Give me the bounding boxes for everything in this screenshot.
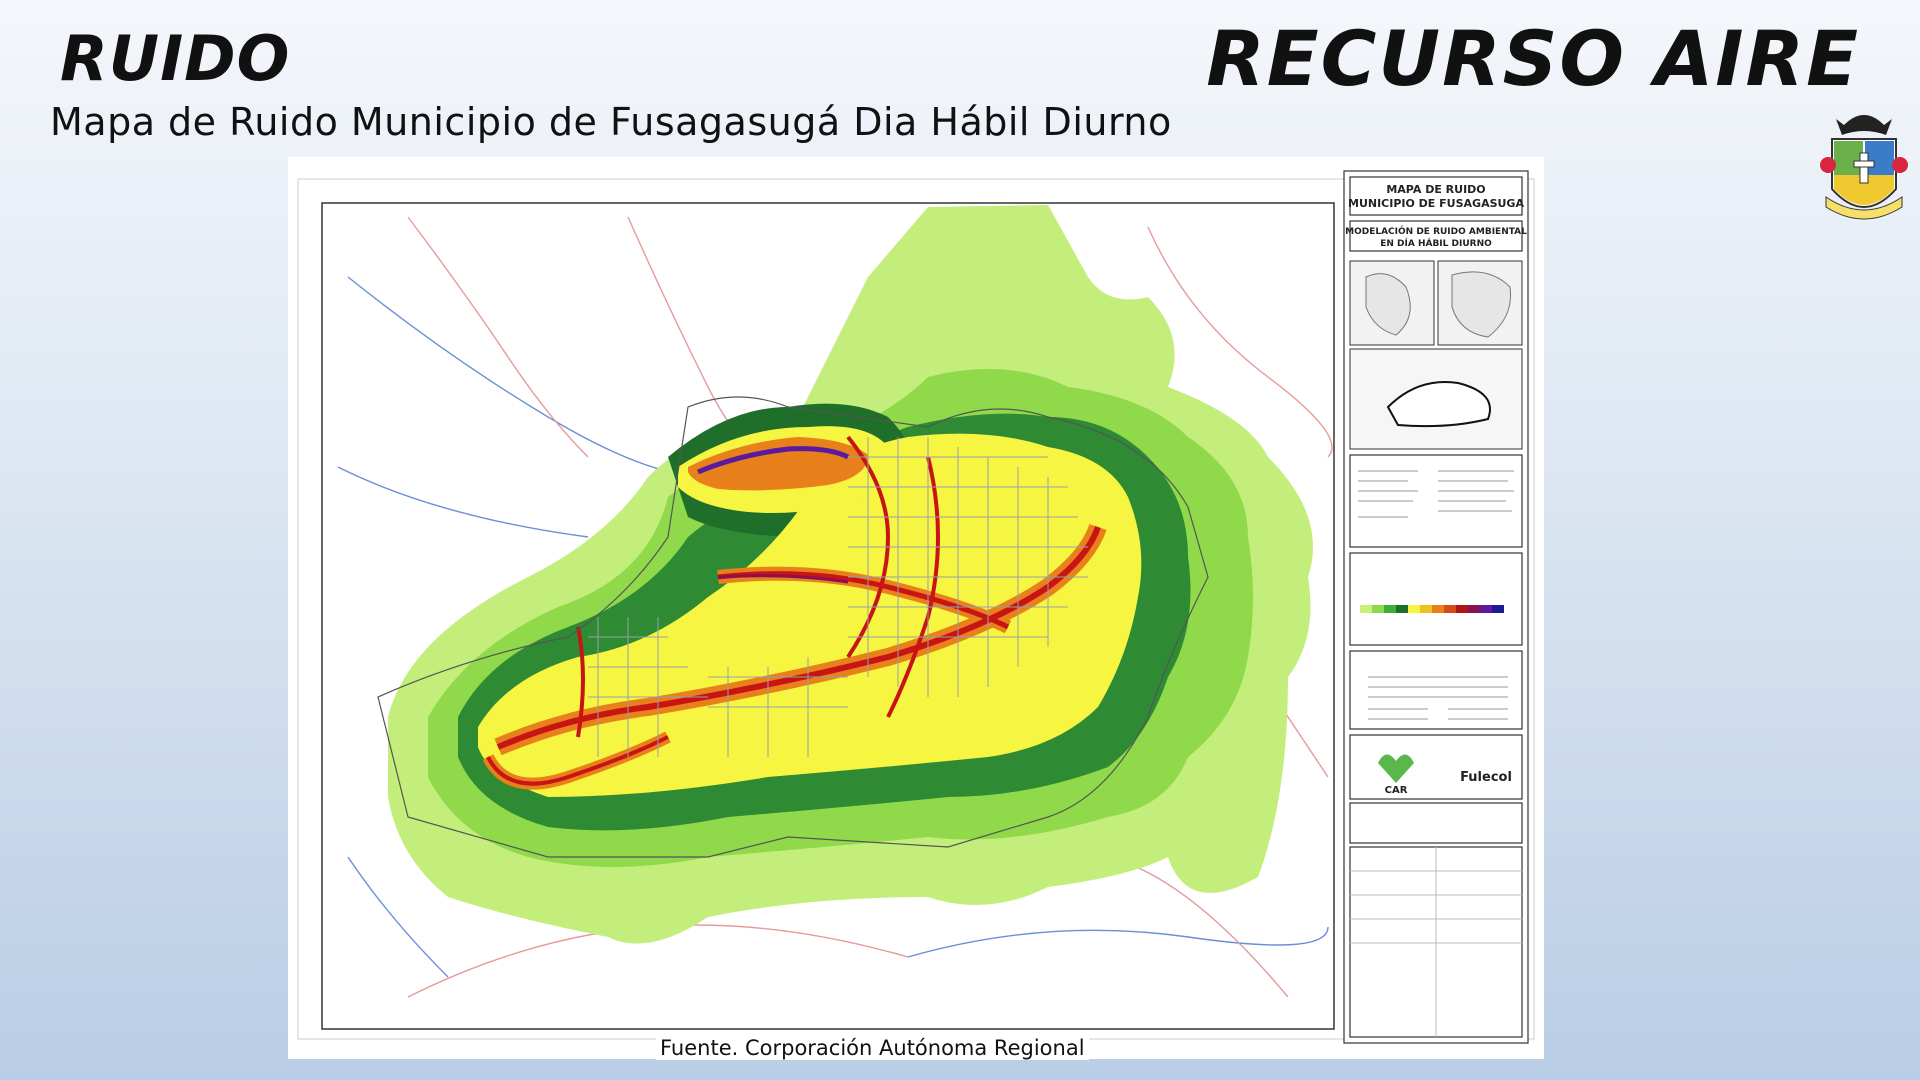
noise-scale-swatch — [1468, 605, 1480, 613]
noise-map-svg: MAPA DE RUIDO MUNICIPIO DE FUSAGASUGA MO… — [297, 170, 1535, 1044]
legend-title-line2: MUNICIPIO DE FUSAGASUGA — [1348, 197, 1524, 210]
main-title: RECURSO AIRE — [1206, 14, 1860, 103]
noise-scale-swatch — [1420, 605, 1432, 613]
noise-scale-swatch — [1396, 605, 1408, 613]
logo-fulecol-text: Fulecol — [1460, 770, 1512, 785]
coat-of-arms-icon — [1820, 115, 1908, 220]
legend-title-line1: MAPA DE RUIDO — [1386, 183, 1485, 196]
noise-color-scale — [1360, 605, 1504, 613]
noise-scale-swatch — [1432, 605, 1444, 613]
noise-scale-swatch — [1492, 605, 1504, 613]
noise-scale-swatch — [1372, 605, 1384, 613]
noise-scale-swatch — [1360, 605, 1372, 613]
noise-scale-swatch — [1408, 605, 1420, 613]
source-caption: Fuente. Corporación Autónoma Regional — [656, 1036, 1089, 1060]
noise-scale-swatch — [1384, 605, 1396, 613]
section-title: RUIDO — [60, 22, 291, 95]
noise-scale-swatch — [1444, 605, 1456, 613]
legend-subtitle-line2: EN DÍA HÁBIL DIURNO — [1380, 237, 1492, 249]
noise-scale-swatch — [1480, 605, 1492, 613]
noise-scale-swatch — [1456, 605, 1468, 613]
noise-map-image: MAPA DE RUIDO MUNICIPIO DE FUSAGASUGA MO… — [288, 157, 1544, 1059]
slide-subtitle: Mapa de Ruido Municipio de Fusagasugá Di… — [50, 100, 1172, 144]
logo-car-text: CAR — [1385, 785, 1408, 796]
legend-subtitle-line1: MODELACIÓN DE RUIDO AMBIENTAL — [1345, 225, 1527, 237]
